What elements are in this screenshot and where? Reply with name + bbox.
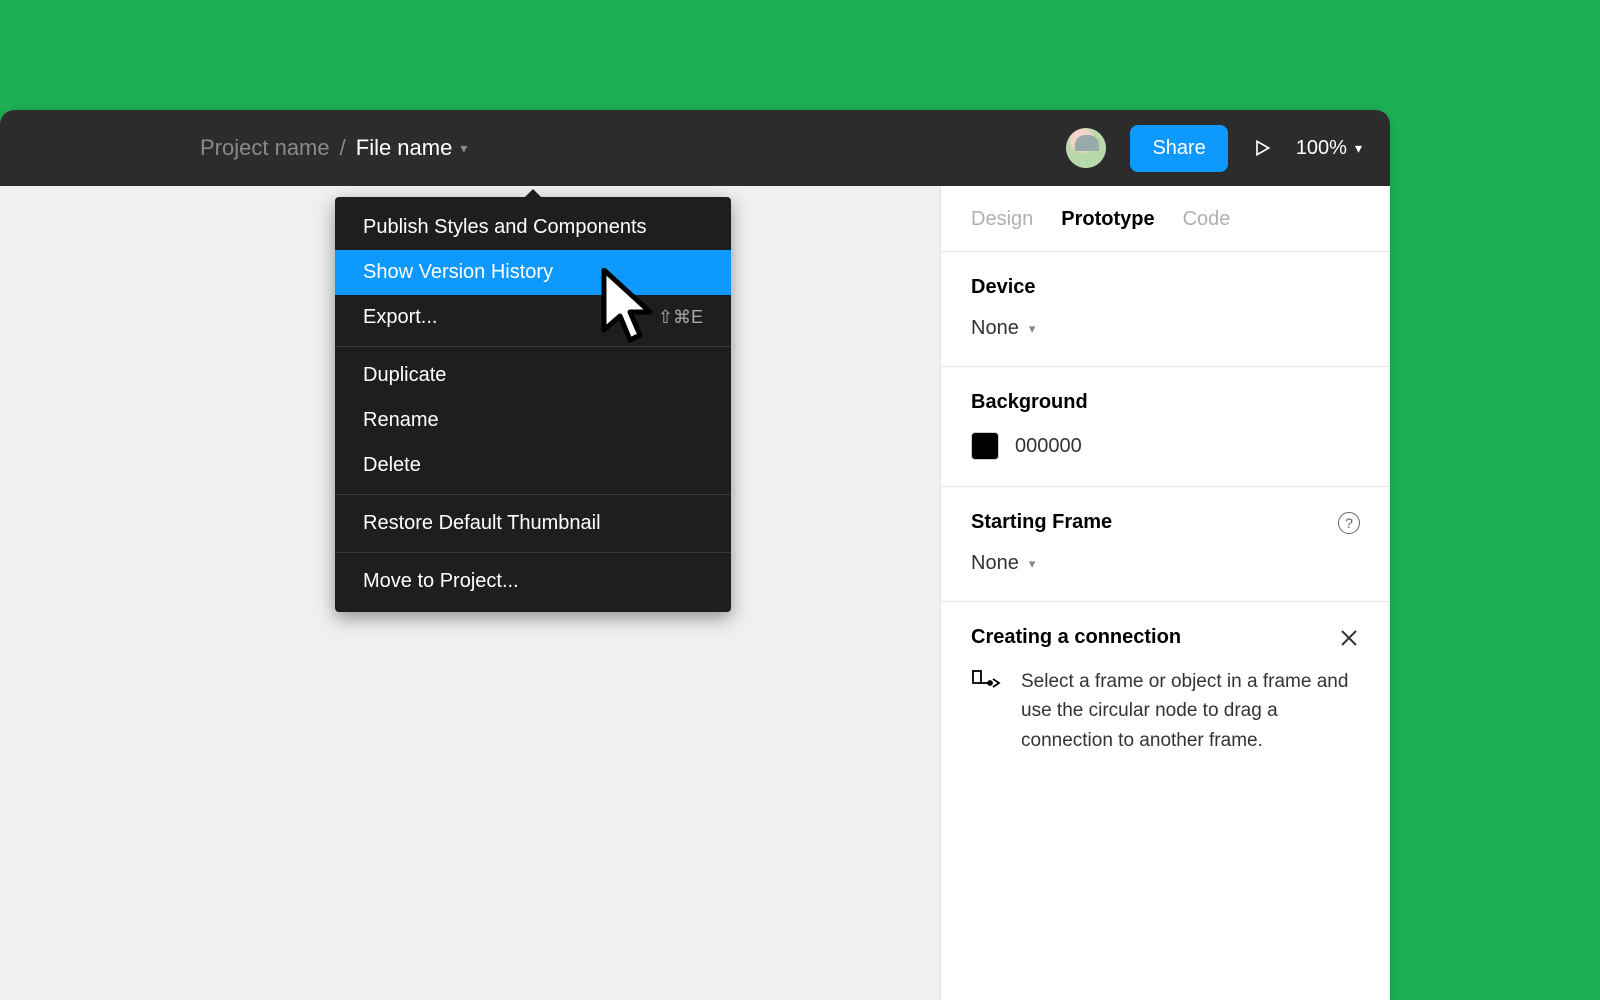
menu-divider <box>335 552 731 553</box>
breadcrumb-project[interactable]: Project name <box>200 135 330 161</box>
device-value: None <box>971 317 1019 340</box>
menu-item-label: Restore Default Thumbnail <box>363 512 601 535</box>
background-color-row[interactable]: 000000 <box>971 432 1360 460</box>
menu-item-delete[interactable]: Delete <box>335 443 731 488</box>
avatar[interactable] <box>1066 128 1106 168</box>
app-window: Project name / File name ▾ Share 100% ▾ … <box>0 110 1390 1000</box>
tab-code[interactable]: Code <box>1183 208 1231 231</box>
menu-item-label: Delete <box>363 454 421 477</box>
breadcrumb: Project name / File name ▾ <box>200 135 1066 161</box>
chevron-down-icon: ▾ <box>1355 140 1362 157</box>
menu-item-export[interactable]: Export... ⇧⌘E <box>335 295 731 340</box>
section-creating-connection: Creating a connection Select a frame or … <box>941 602 1390 781</box>
menu-item-label: Publish Styles and Components <box>363 216 647 239</box>
chevron-down-icon: ▾ <box>1029 321 1036 337</box>
breadcrumb-file[interactable]: File name ▾ <box>356 135 468 161</box>
topbar: Project name / File name ▾ Share 100% ▾ <box>0 110 1390 186</box>
share-button[interactable]: Share <box>1130 125 1227 172</box>
menu-item-label: Move to Project... <box>363 570 519 593</box>
background-hex-value[interactable]: 000000 <box>1015 435 1082 458</box>
section-background: Background 000000 <box>941 367 1390 487</box>
connection-help-text: Select a frame or object in a frame and … <box>1021 667 1360 755</box>
file-name-label: File name <box>356 135 453 161</box>
tab-prototype[interactable]: Prototype <box>1061 208 1154 231</box>
zoom-value: 100% <box>1296 137 1347 160</box>
menu-item-show-version-history[interactable]: Show Version History <box>335 250 731 295</box>
section-device: Device None ▾ <box>941 252 1390 367</box>
properties-panel: Design Prototype Code Device None ▾ Back… <box>940 186 1390 1000</box>
menu-item-move-to-project[interactable]: Move to Project... <box>335 559 731 604</box>
panel-tabs: Design Prototype Code <box>941 186 1390 252</box>
section-starting-frame: Starting Frame ? None ▾ <box>941 487 1390 602</box>
starting-frame-value: None <box>971 552 1019 575</box>
menu-divider <box>335 346 731 347</box>
device-heading: Device <box>971 276 1360 299</box>
help-icon[interactable]: ? <box>1338 512 1360 534</box>
menu-item-rename[interactable]: Rename <box>335 398 731 443</box>
present-play-icon[interactable] <box>1252 138 1272 158</box>
menu-item-restore-thumbnail[interactable]: Restore Default Thumbnail <box>335 501 731 546</box>
color-swatch[interactable] <box>971 432 999 460</box>
connection-heading: Creating a connection <box>971 626 1181 649</box>
breadcrumb-separator: / <box>340 135 346 161</box>
menu-item-label: Rename <box>363 409 439 432</box>
chevron-down-icon: ▾ <box>1029 556 1036 572</box>
topbar-right: Share 100% ▾ <box>1066 125 1362 172</box>
menu-divider <box>335 494 731 495</box>
menu-item-publish-styles[interactable]: Publish Styles and Components <box>335 205 731 250</box>
background-heading: Background <box>971 391 1360 414</box>
zoom-control[interactable]: 100% ▾ <box>1296 137 1362 160</box>
close-icon[interactable] <box>1338 627 1360 649</box>
menu-item-duplicate[interactable]: Duplicate <box>335 353 731 398</box>
menu-item-label: Show Version History <box>363 261 553 284</box>
menu-item-shortcut: ⇧⌘E <box>658 307 703 328</box>
tab-design[interactable]: Design <box>971 208 1033 231</box>
connection-flow-icon <box>971 667 1001 702</box>
starting-frame-heading: Starting Frame <box>971 511 1112 534</box>
chevron-down-icon[interactable]: ▾ <box>460 140 467 157</box>
starting-frame-select[interactable]: None ▾ <box>971 552 1360 575</box>
menu-item-label: Export... <box>363 306 437 329</box>
menu-item-label: Duplicate <box>363 364 446 387</box>
file-dropdown-menu: Publish Styles and Components Show Versi… <box>335 197 731 612</box>
device-select[interactable]: None ▾ <box>971 317 1360 340</box>
